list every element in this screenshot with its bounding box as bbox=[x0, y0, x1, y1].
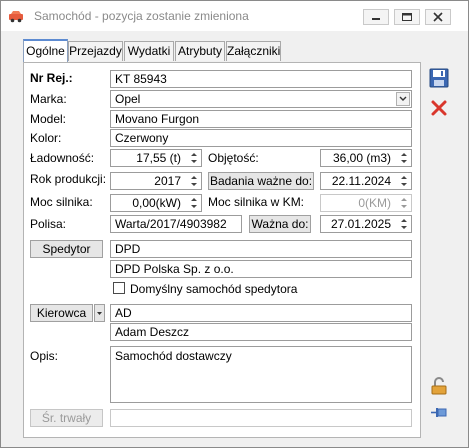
wazna-do-spinner[interactable] bbox=[398, 217, 410, 231]
rok-produkcji-spinner[interactable] bbox=[188, 174, 200, 188]
moc-silnika-spinner[interactable] bbox=[188, 196, 200, 210]
nr-rej-field[interactable]: KT 85943 bbox=[110, 70, 412, 88]
chevron-down-icon[interactable] bbox=[396, 92, 410, 106]
kolor-label: Kolor: bbox=[30, 131, 62, 145]
moc-km-field: 0(KM) bbox=[320, 194, 412, 212]
lock-button[interactable] bbox=[429, 376, 449, 396]
badania-date-value: 22.11.2024 bbox=[331, 174, 391, 188]
tab-zalaczniki[interactable]: Załączniki bbox=[226, 41, 281, 61]
maximize-button[interactable] bbox=[394, 9, 420, 25]
lock-icon bbox=[431, 377, 447, 395]
tab-atrybuty[interactable]: Atrybuty bbox=[175, 41, 225, 61]
dialog-window: Samochód - pozycja zostanie zmieniona Og… bbox=[0, 0, 469, 448]
car-icon bbox=[9, 11, 23, 23]
badania-date-field[interactable]: 22.11.2024 bbox=[320, 172, 412, 190]
moc-silnika-label: Moc silnika: bbox=[30, 195, 93, 209]
ladownosc-value: 17,55 (t) bbox=[136, 151, 181, 165]
opis-label: Opis: bbox=[30, 349, 59, 363]
polisa-field[interactable]: Warta/2017/4903982 bbox=[110, 215, 242, 233]
opis-textarea[interactable]: Samochód dostawczy bbox=[110, 346, 412, 403]
kierowca-code-field[interactable]: AD bbox=[110, 304, 412, 322]
objetosc-value: 36,00 (m3) bbox=[332, 151, 391, 165]
close-icon bbox=[431, 100, 447, 116]
maximize-icon bbox=[402, 13, 412, 21]
tab-przejazdy[interactable]: Przejazdy bbox=[68, 41, 123, 61]
tab-ogolne[interactable]: Ogólne bbox=[23, 39, 68, 63]
kierowca-name-field: Adam Deszcz bbox=[110, 323, 412, 341]
close-window-button[interactable] bbox=[425, 9, 451, 25]
moc-silnika-field[interactable]: 0,00(kW) bbox=[110, 194, 202, 212]
marka-label: Marka: bbox=[30, 92, 67, 106]
sr-trwaly-button: Śr. trwały bbox=[30, 409, 103, 427]
cancel-button[interactable] bbox=[429, 98, 449, 118]
spedytor-name-field: DPD Polska Sp. z o.o. bbox=[110, 260, 412, 278]
wazna-do-value: 27.01.2025 bbox=[330, 217, 391, 231]
wazna-do-field[interactable]: 27.01.2025 bbox=[320, 215, 412, 233]
minimize-icon bbox=[372, 18, 380, 20]
close-window-icon bbox=[433, 12, 443, 22]
objetosc-spinner[interactable] bbox=[398, 151, 410, 165]
domyslny-label: Domyślny samochód spedytora bbox=[130, 282, 298, 296]
badania-button[interactable]: Badania ważne do: bbox=[208, 172, 314, 190]
tab-wydatki[interactable]: Wydatki bbox=[124, 41, 174, 61]
wazna-do-button[interactable]: Ważna do: bbox=[249, 215, 311, 233]
marka-value: Opel bbox=[115, 92, 141, 106]
spedytor-code-field[interactable]: DPD bbox=[110, 240, 412, 258]
moc-silnika-value: 0,00(kW) bbox=[132, 196, 181, 210]
model-field[interactable]: Movano Furgon bbox=[110, 110, 412, 128]
marka-select[interactable]: Opel bbox=[110, 90, 412, 108]
title-bar: Samochód - pozycja zostanie zmieniona bbox=[1, 1, 468, 31]
sr-trwaly-field bbox=[110, 409, 412, 427]
ladownosc-label: Ładowność: bbox=[30, 151, 95, 165]
model-label: Model: bbox=[30, 112, 67, 126]
kolor-field[interactable]: Czerwony bbox=[110, 129, 412, 147]
moc-km-label: Moc silnika w KM: bbox=[208, 195, 305, 209]
ladownosc-field[interactable]: 17,55 (t) bbox=[110, 149, 202, 167]
spedytor-button[interactable]: Spedytor bbox=[30, 240, 103, 258]
pin-icon bbox=[431, 408, 447, 417]
rok-produkcji-field[interactable]: 2017 bbox=[110, 172, 202, 190]
nr-rej-label: Nr Rej.: bbox=[30, 71, 73, 85]
objetosc-label: Objętość: bbox=[208, 151, 259, 165]
moc-km-value: 0(KM) bbox=[358, 196, 391, 210]
ladownosc-spinner[interactable] bbox=[188, 151, 200, 165]
domyslny-checkbox[interactable] bbox=[113, 282, 125, 294]
kierowca-dropdown-button[interactable] bbox=[94, 304, 105, 322]
moc-km-spinner bbox=[398, 196, 410, 210]
objetosc-field[interactable]: 36,00 (m3) bbox=[320, 149, 412, 167]
dropdown-arrow-icon bbox=[97, 312, 102, 315]
polisa-label: Polisa: bbox=[30, 217, 67, 231]
rok-produkcji-value: 2017 bbox=[154, 174, 181, 188]
save-icon bbox=[429, 68, 449, 88]
badania-date-spinner[interactable] bbox=[398, 174, 410, 188]
pin-button[interactable] bbox=[429, 403, 449, 423]
rok-produkcji-label: Rok produkcji: bbox=[30, 172, 107, 186]
window-title: Samochód - pozycja zostanie zmieniona bbox=[34, 9, 249, 23]
kierowca-button[interactable]: Kierowca bbox=[30, 304, 93, 322]
minimize-button[interactable] bbox=[363, 9, 389, 25]
save-button[interactable] bbox=[429, 68, 449, 88]
